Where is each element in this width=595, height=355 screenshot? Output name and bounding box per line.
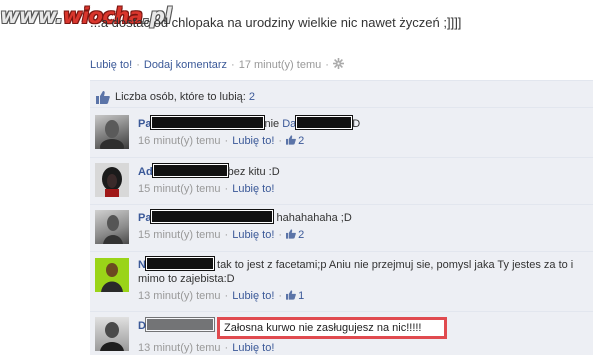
add-comment-link[interactable]: Dodaj komentarz <box>144 59 227 71</box>
comment-like-count[interactable]: 2 <box>286 229 304 241</box>
comment-like-link[interactable]: Lubię to! <box>232 290 274 302</box>
comment-item: Ad bez kitu :D 15 minut(y) temu · Lubię to! <box>90 158 593 205</box>
redacted-name <box>151 116 265 129</box>
comment-meta: 15 minut(y) temu · Lubię to! · 2 <box>138 229 305 241</box>
comment-item: Pa nie Da D 16 minut(y) temu · Lubię to! · 2 <box>90 108 593 158</box>
avatar[interactable] <box>95 258 129 292</box>
comment-timestamp[interactable]: 15 minut(y) temu <box>138 229 221 241</box>
post-text: ...a dostac od chlopaka na urodziny wiel… <box>90 15 462 30</box>
comment-like-link[interactable]: Lubię to! <box>232 135 274 147</box>
comment-author[interactable]: Pa <box>138 118 151 130</box>
comment-text: bez kitu :D <box>227 166 280 178</box>
thumbs-up-icon <box>286 229 296 239</box>
post-actions: Lubię to! · Dodaj komentarz · 17 minut(y) te… <box>90 58 344 71</box>
comment-item: Pa hahahahaha ;D 15 minut(y) temu · Lubię … <box>90 205 593 252</box>
comment-meta: 16 minut(y) temu · Lubię to! · 2 <box>138 135 305 147</box>
comment-like-link[interactable]: Lubię to! <box>232 342 274 354</box>
comment-text: hahahahaha ;D <box>276 212 352 224</box>
thumbs-up-icon <box>96 90 110 104</box>
comment-body: Pa hahahahaha ;D 15 minut(y) temu · Lubię … <box>138 210 588 242</box>
comment-body: Pa nie Da D 16 minut(y) temu · Lubię to! · 2 <box>138 116 588 148</box>
comment-meta: 13 minut(y) temu · Lubię to! · 1 <box>138 290 305 302</box>
avatar[interactable] <box>95 317 129 351</box>
avatar[interactable] <box>95 210 129 244</box>
comment-author[interactable]: Ad <box>138 166 153 178</box>
avatar[interactable] <box>95 115 129 149</box>
comment-like-count[interactable]: 1 <box>286 290 304 302</box>
likes-count-link[interactable]: 2 <box>249 91 255 103</box>
likes-summary: Liczba osób, które to lubią: 2 <box>90 81 593 108</box>
post-timestamp[interactable]: 17 minut(y) temu <box>239 59 322 71</box>
comment-text-end: D <box>352 118 361 130</box>
comment-timestamp[interactable]: 15 minut(y) temu <box>138 183 221 195</box>
redacted-name <box>145 318 214 331</box>
comment-like-count[interactable]: 2 <box>286 135 304 147</box>
comment-timestamp[interactable]: 16 minut(y) temu <box>138 135 221 147</box>
comment-author[interactable]: Pa <box>138 212 151 224</box>
comment-text: nie <box>264 118 283 130</box>
redacted-name <box>151 210 274 223</box>
highlighted-comment-text: Załosna kurwo nie zasługujesz na nic!!!!… <box>217 317 447 339</box>
like-link[interactable]: Lubię to! <box>90 59 132 71</box>
thumbs-up-icon <box>286 290 296 300</box>
thumbs-up-icon <box>286 135 296 145</box>
redacted-name <box>152 164 228 177</box>
comment-meta: 15 minut(y) temu · Lubię to! <box>138 183 275 195</box>
comment-like-link[interactable]: Lubię to! <box>232 229 274 241</box>
comment-item: N tak to jest z facetami;p Aniu nie prze… <box>90 252 593 312</box>
redacted-name <box>145 257 214 270</box>
comment-body: Ad bez kitu :D 15 minut(y) temu · Lubię to! <box>138 164 588 196</box>
comment-author[interactable]: D <box>138 320 146 332</box>
feedback-panel: Liczba osób, które to lubią: 2 Pa nie Da D… <box>90 80 593 355</box>
comment-item: D 13 minut(y) temu · Lubię to! Załosna kur… <box>90 312 593 355</box>
comment-timestamp[interactable]: 13 minut(y) temu <box>138 342 221 354</box>
redacted-mention <box>296 116 353 129</box>
comment-author[interactable]: N <box>138 259 146 271</box>
comment-timestamp[interactable]: 13 minut(y) temu <box>138 290 221 302</box>
likes-label: Liczba osób, które to lubią: <box>115 91 246 103</box>
mention-link[interactable]: Da <box>282 118 296 130</box>
comment-meta: 13 minut(y) temu · Lubię to! <box>138 342 275 354</box>
gear-icon[interactable] <box>332 58 344 69</box>
avatar[interactable] <box>95 163 129 197</box>
comment-like-link[interactable]: Lubię to! <box>232 183 274 195</box>
comment-body: N tak to jest z facetami;p Aniu nie prze… <box>138 257 588 303</box>
